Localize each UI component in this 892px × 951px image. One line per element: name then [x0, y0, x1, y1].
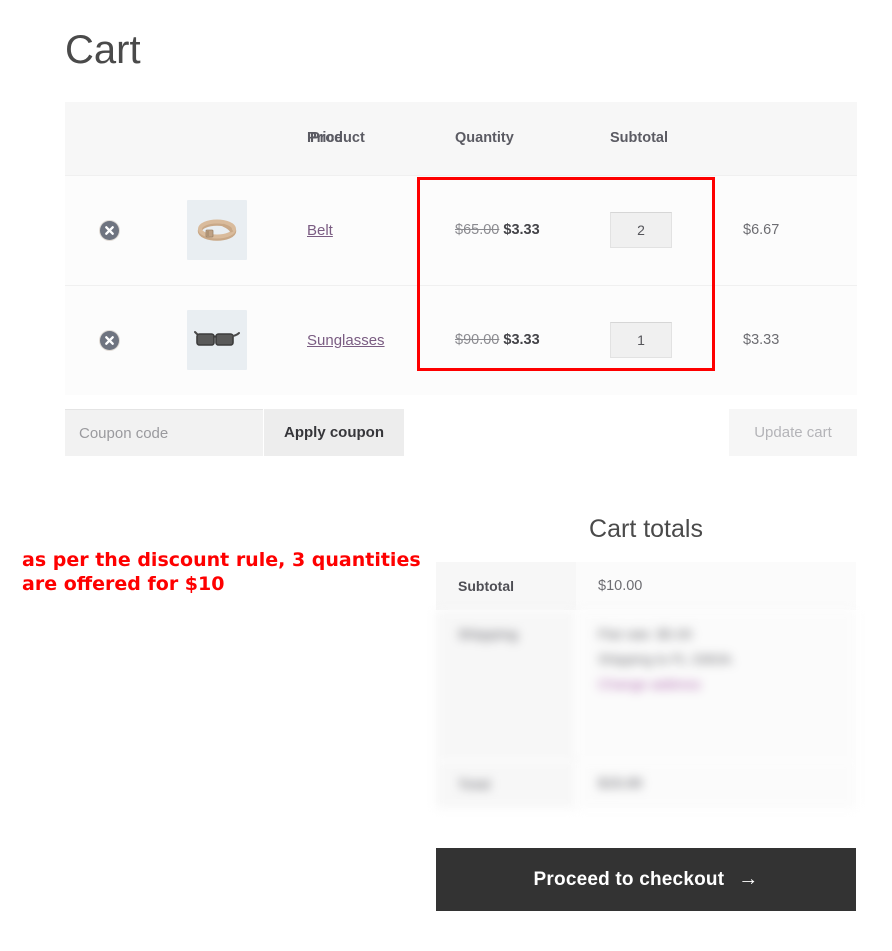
price-cell: $90.00 $3.33 — [455, 285, 610, 395]
update-cart-button[interactable]: Update cart — [729, 409, 857, 456]
remove-cell — [65, 175, 187, 285]
column-header-price: Price — [307, 130, 343, 147]
cart-totals-table: Subtotal $10.00 Shipping Flat rate: $5.0… — [436, 562, 856, 808]
remove-circle-icon[interactable] — [100, 330, 119, 350]
totals-label-shipping: Shipping — [436, 610, 576, 760]
table-row: Sunglasses $90.00 $3.33 1 $3.33 — [65, 285, 857, 395]
proceed-to-checkout-button[interactable]: Proceed to checkout → — [436, 848, 856, 911]
annotation-note: as per the discount rule, 3 quantities a… — [22, 549, 421, 597]
totals-value-subtotal: $10.00 — [576, 562, 856, 610]
cart-items-table: Product Price Quantity Subtotal Belt $65… — [65, 102, 857, 395]
totals-label-subtotal: Subtotal — [436, 562, 576, 610]
totals-row-shipping: Shipping Flat rate: $5.00 Shipping to FL… — [436, 610, 856, 760]
header-row: Product Price Quantity Subtotal — [65, 102, 857, 175]
product-cell: Belt — [307, 175, 455, 285]
sunglasses-thumbnail-icon[interactable] — [187, 310, 247, 371]
cart-table-body: Belt $65.00 $3.33 2 $6.67 Sunglasses $90… — [65, 175, 857, 395]
annotation-note-line2: are offered for $10 — [22, 572, 225, 595]
coupon-row: Apply coupon Update cart — [65, 409, 857, 456]
product-link[interactable]: Belt — [307, 222, 333, 239]
column-header-quantity: Quantity — [455, 130, 514, 147]
totals-row-total: Total $15.00 — [436, 760, 856, 808]
checkout-label: Proceed to checkout — [533, 869, 725, 890]
price-discounted: $3.33 — [503, 222, 540, 238]
totals-value-total: $15.00 — [576, 760, 856, 808]
shipping-destination: Shipping to FL 33634. — [598, 651, 735, 667]
subtotal-cell: $6.67 — [743, 222, 780, 238]
totals-row-subtotal: Subtotal $10.00 — [436, 562, 856, 610]
quantity-stepper[interactable]: 1 — [610, 322, 672, 359]
totals-value-shipping: Flat rate: $5.00 Shipping to FL 33634. C… — [576, 610, 856, 760]
quantity-cell: 1 — [610, 285, 743, 395]
column-header-subtotal: Subtotal — [610, 130, 668, 147]
column-header-product: Product — [310, 130, 365, 147]
quantity-stepper[interactable]: 2 — [610, 212, 672, 248]
quantity-cell: 2 — [610, 175, 743, 285]
price-cell: $65.00 $3.33 — [455, 175, 610, 285]
apply-coupon-button[interactable]: Apply coupon — [264, 409, 404, 456]
price-discounted: $3.33 — [503, 332, 540, 349]
annotation-note-line1: as per the discount rule, 3 quantities — [22, 549, 421, 571]
subtotal-cell: $3.33 — [743, 332, 780, 349]
table-row: Belt $65.00 $3.33 2 $6.67 — [65, 175, 857, 285]
remove-cell — [65, 285, 187, 395]
product-link[interactable]: Sunglasses — [307, 332, 385, 349]
thumbnail-cell — [187, 175, 307, 285]
product-cell: Sunglasses — [307, 285, 455, 395]
shipping-option-rate[interactable]: Flat rate: $5.00 — [598, 626, 856, 642]
cart-page: Cart Product Price Quantity Subtotal Bel… — [0, 0, 892, 951]
column-header-spacer — [743, 102, 857, 175]
change-address-link[interactable]: Change address — [598, 676, 856, 692]
cart-table-header: Product Price Quantity Subtotal — [65, 102, 857, 175]
page-title: Cart — [65, 28, 141, 72]
price-original: $65.00 — [455, 222, 500, 238]
belt-thumbnail-icon[interactable] — [187, 200, 247, 260]
remove-circle-icon[interactable] — [100, 220, 119, 240]
coupon-code-input[interactable] — [65, 409, 263, 456]
price-original: $90.00 — [455, 332, 500, 349]
cart-totals-title: Cart totals — [589, 515, 703, 543]
thumbnail-cell — [187, 285, 307, 395]
totals-label-total: Total — [436, 760, 576, 808]
arrow-right-icon: → — [738, 868, 759, 890]
